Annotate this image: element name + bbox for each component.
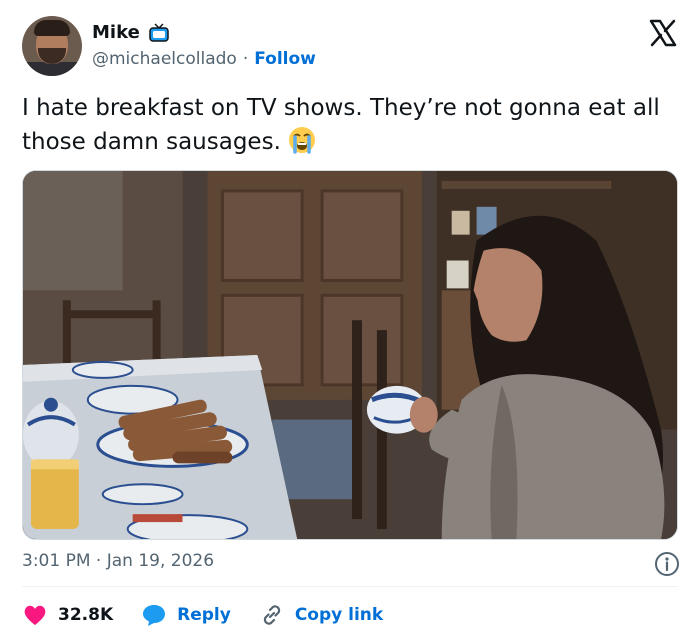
reply-label: Reply <box>177 605 231 625</box>
copy-link-button[interactable]: Copy link <box>259 602 383 628</box>
avatar[interactable] <box>22 16 82 76</box>
speech-bubble-icon <box>143 605 166 626</box>
heart-icon <box>24 605 46 625</box>
link-icon <box>263 605 280 625</box>
like-count: 32.8K <box>58 605 114 625</box>
tweet-text: I hate breakfast on TV shows. They’re no… <box>22 92 662 159</box>
info-icon[interactable] <box>654 551 680 577</box>
author-name[interactable]: Mike <box>92 22 140 43</box>
x-logo-icon[interactable] <box>648 18 678 48</box>
like-button[interactable]: 32.8K <box>22 602 113 628</box>
tweet-header: Mike @michaelcollado · Follow <box>22 16 682 80</box>
tweet-media-image[interactable] <box>22 170 678 540</box>
tv-icon <box>149 22 169 42</box>
reply-button[interactable]: Reply <box>141 602 231 628</box>
tweet-body: I hate breakfast on TV shows. They’re no… <box>22 95 660 155</box>
handle-row: @michaelcollado · Follow <box>92 49 316 69</box>
divider <box>22 586 678 587</box>
author-handle[interactable]: @michaelcollado <box>92 49 237 69</box>
crying-face-emoji-icon <box>288 127 315 154</box>
copy-link-label: Copy link <box>294 605 384 625</box>
tweet-timestamp[interactable]: 3:01 PM · Jan 19, 2026 <box>22 551 214 571</box>
separator-dot: · <box>242 49 249 69</box>
author-name-row: Mike <box>92 22 170 43</box>
follow-button[interactable]: Follow <box>254 49 316 69</box>
action-bar: 32.8K Reply Copy link <box>22 600 411 630</box>
breakfast-scene-image <box>23 171 677 539</box>
